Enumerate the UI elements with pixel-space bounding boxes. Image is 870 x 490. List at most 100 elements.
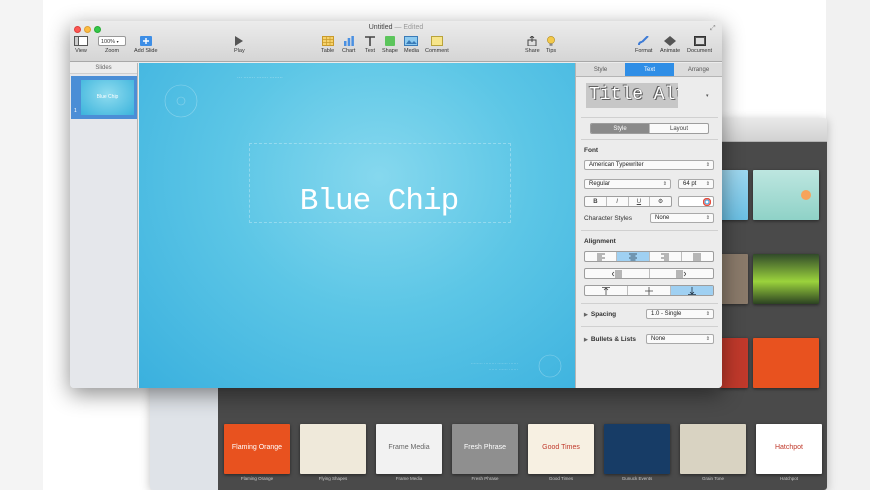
theme-thumb[interactable]: Flaming Orange [224, 424, 290, 474]
tab-style[interactable]: Style [576, 63, 625, 76]
slide-canvas[interactable]: ··· ······· ······· ········ ······ ··· … [139, 63, 575, 388]
tab-text[interactable]: Text [625, 63, 674, 76]
paragraph-style-preview[interactable]: Title Alt [586, 83, 678, 108]
add-slide-button[interactable]: Add Slide [134, 36, 158, 54]
font-family-value: American Typewriter [589, 162, 644, 168]
theme-thumb-bubble[interactable] [753, 170, 819, 220]
theme-label: Flying Shapes [318, 476, 348, 481]
disclosure-triangle-icon: ▶ [584, 312, 588, 318]
align-middle-button[interactable] [628, 286, 671, 295]
theme-thumb[interactable] [680, 424, 746, 474]
divider [581, 230, 718, 231]
zoom-popup[interactable]: 100% ▾ [98, 36, 126, 46]
slide-thumbnail: Blue Chip [81, 80, 134, 115]
subtab-layout[interactable]: Layout [650, 124, 708, 133]
shape-button[interactable]: Shape [382, 36, 398, 54]
spacing-popup[interactable]: 1.0 - Single ⇕ [646, 309, 714, 319]
bullets-label-text: Bullets & Lists [590, 336, 637, 343]
comment-button[interactable]: Comment [425, 36, 449, 54]
increase-indent-button[interactable] [650, 269, 714, 278]
tab-arrange[interactable]: Arrange [674, 63, 722, 76]
align-right-button[interactable] [650, 252, 682, 261]
chevron-down-icon[interactable]: ▾ [706, 93, 709, 99]
align-right-icon [661, 253, 670, 261]
format-button[interactable]: Format [635, 36, 652, 54]
media-button[interactable]: Media [404, 36, 419, 54]
divider [581, 117, 718, 118]
theme-label: Gunuck Events [621, 476, 653, 481]
theme-thumb[interactable]: Fresh Phrase [452, 424, 518, 474]
italic-button[interactable]: I [607, 197, 629, 206]
bullets-label[interactable]: ▶ Bullets & Lists [584, 336, 636, 343]
subtab-style[interactable]: Style [591, 124, 650, 133]
bold-button[interactable]: B [585, 197, 607, 206]
text-color-well[interactable] [678, 196, 714, 207]
align-left-button[interactable] [585, 252, 618, 261]
align-center-icon [628, 253, 637, 261]
chart-button[interactable]: Chart [342, 36, 355, 54]
decorative-circle-icon [164, 84, 198, 118]
theme-thumb[interactable]: Hatchpot [756, 424, 822, 474]
theme-thumb[interactable]: Good Times [528, 424, 594, 474]
window-title: Untitled — Edited [70, 24, 722, 31]
theme-preview-text: Hatchpot [774, 444, 804, 451]
animate-button[interactable]: Animate [660, 36, 680, 54]
theme-preview-text: Fresh Phrase [463, 444, 507, 451]
shape-icon [384, 36, 395, 46]
inspector-tabs: Style Text Arrange [576, 63, 722, 77]
align-bottom-button[interactable] [671, 286, 713, 295]
slide-navigator-header: Slides [70, 63, 137, 74]
disclosure-triangle-icon: ▶ [584, 337, 588, 343]
theme-thumb-partial[interactable] [720, 338, 748, 388]
theme-thumb[interactable] [300, 424, 366, 474]
theme-thumb-orange-2[interactable] [753, 338, 819, 388]
document-button[interactable]: Document [687, 36, 712, 54]
spacing-label-text: Spacing [590, 311, 617, 318]
tips-button[interactable]: Tips [546, 36, 556, 54]
bullets-popup[interactable]: None ⇕ [646, 334, 714, 344]
theme-thumb-green[interactable] [753, 254, 819, 304]
theme-thumb[interactable]: Frame Media [376, 424, 442, 474]
slide-title[interactable]: Blue Chip [139, 184, 575, 219]
vertical-alignment-control [584, 285, 714, 296]
slide-navigator: Slides Blue Chip 1 [70, 63, 138, 388]
media-label: Media [404, 48, 419, 54]
slide-thumbnail-selected[interactable]: Blue Chip 1 [71, 76, 137, 119]
text-options-button[interactable]: ⚙ [650, 197, 671, 206]
text-label: Text [364, 48, 376, 54]
chevron-down-icon: ▾ [116, 39, 119, 44]
underline-button[interactable]: U [629, 197, 651, 206]
view-label: View [75, 48, 87, 54]
chart-icon [343, 36, 354, 46]
theme-thumb[interactable] [604, 424, 670, 474]
spacing-label[interactable]: ▶ Spacing [584, 311, 616, 318]
align-top-button[interactable] [585, 286, 628, 295]
character-styles-popup[interactable]: None ⇕ [650, 213, 714, 223]
table-label: Table [321, 48, 335, 54]
view-icon [74, 36, 88, 46]
media-icon [404, 36, 419, 46]
share-button[interactable]: Share [525, 36, 540, 54]
color-wheel-icon [703, 198, 711, 206]
lightbulb-icon [547, 36, 555, 46]
table-button[interactable]: Table [321, 36, 334, 54]
theme-thumb-partial[interactable] [720, 170, 748, 220]
edited-status: — Edited [394, 24, 424, 31]
theme-thumb-partial[interactable] [720, 254, 748, 304]
font-size-field[interactable]: 64 pt ⇕ [678, 179, 714, 189]
fullscreen-icon[interactable]: ⤢ [710, 25, 716, 33]
play-button[interactable]: Play [234, 36, 245, 54]
text-button[interactable]: Text [364, 36, 376, 54]
character-styles-value: None [655, 215, 670, 221]
decorative-circle-icon-bottom [538, 354, 562, 378]
font-family-popup[interactable]: American Typewriter ⇕ [584, 160, 714, 170]
theme-preview-text: Flaming Orange [231, 444, 283, 451]
keynote-window: Untitled — Edited ⤢ View 100% ▾ Zoom Add… [70, 21, 722, 388]
align-justify-button[interactable] [682, 252, 713, 261]
zoom-control[interactable]: 100% ▾ Zoom [98, 36, 126, 54]
decrease-indent-button[interactable] [585, 269, 650, 278]
align-center-button[interactable] [617, 252, 650, 261]
view-button[interactable]: View [74, 36, 88, 54]
font-weight-popup[interactable]: Regular ⇕ [584, 179, 671, 189]
divider [581, 326, 718, 327]
